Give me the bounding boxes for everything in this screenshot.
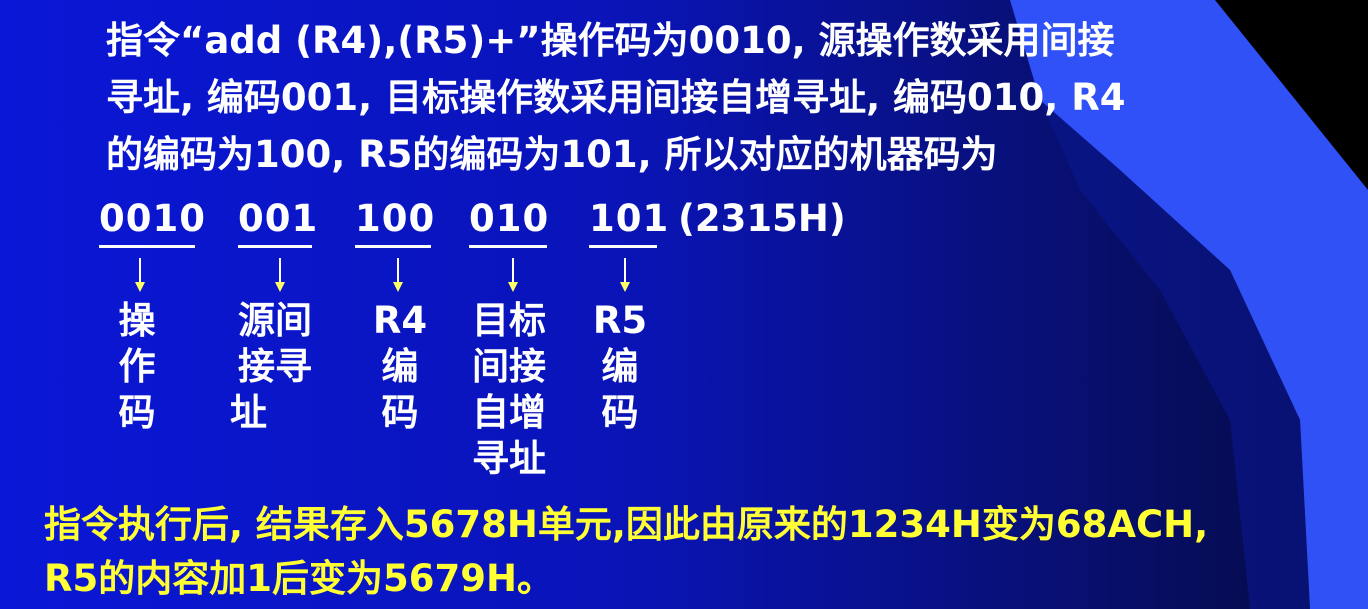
result-paragraph: 指令执行后, 结果存入5678H单元,因此由原来的1234H变为68ACH, R… [44, 498, 1364, 606]
down-arrow-icon [135, 258, 145, 292]
down-arrow-icon [393, 258, 403, 292]
paragraph-line-1: 指令“add (R4),(R5)+”操作码为0010, 源操作数采用间接 [106, 19, 1115, 62]
source-mode-label: 源间 接寻 址 [230, 299, 312, 434]
r5-code-label: R5 编 码 [592, 299, 648, 434]
opcode-label: 操 作 码 [118, 299, 156, 434]
result-line-2: R5的内容加1后变为5679H。 [44, 557, 554, 600]
source-mode-bits: 001 [238, 197, 317, 248]
opcode-bits: 0010 [99, 197, 205, 248]
r5-code-bits: 101 [589, 197, 668, 248]
down-arrow-icon [620, 258, 630, 292]
result-line-1: 指令执行后, 结果存入5678H单元,因此由原来的1234H变为68ACH, [44, 503, 1209, 546]
down-arrow-icon [508, 258, 518, 292]
r4-code-bits: 100 [355, 197, 434, 248]
slide-content: 指令“add (R4),(R5)+”操作码为0010, 源操作数采用间接 寻址,… [0, 0, 1368, 609]
instruction-paragraph: 指令“add (R4),(R5)+”操作码为0010, 源操作数采用间接 寻址,… [106, 12, 1346, 183]
paragraph-line-3: 的编码为100, R5的编码为101, 所以对应的机器码为 [106, 133, 998, 176]
down-arrow-icon [275, 258, 285, 292]
paragraph-line-2: 寻址, 编码001, 目标操作数采用间接自增寻址, 编码010, R4 [106, 76, 1126, 119]
dest-mode-label: 目标 间接 自增 寻址 [472, 299, 546, 480]
dest-mode-bits: 010 [469, 197, 548, 248]
machine-code-hex: (2315H) [678, 197, 846, 240]
r4-code-label: R4 编 码 [372, 299, 428, 434]
